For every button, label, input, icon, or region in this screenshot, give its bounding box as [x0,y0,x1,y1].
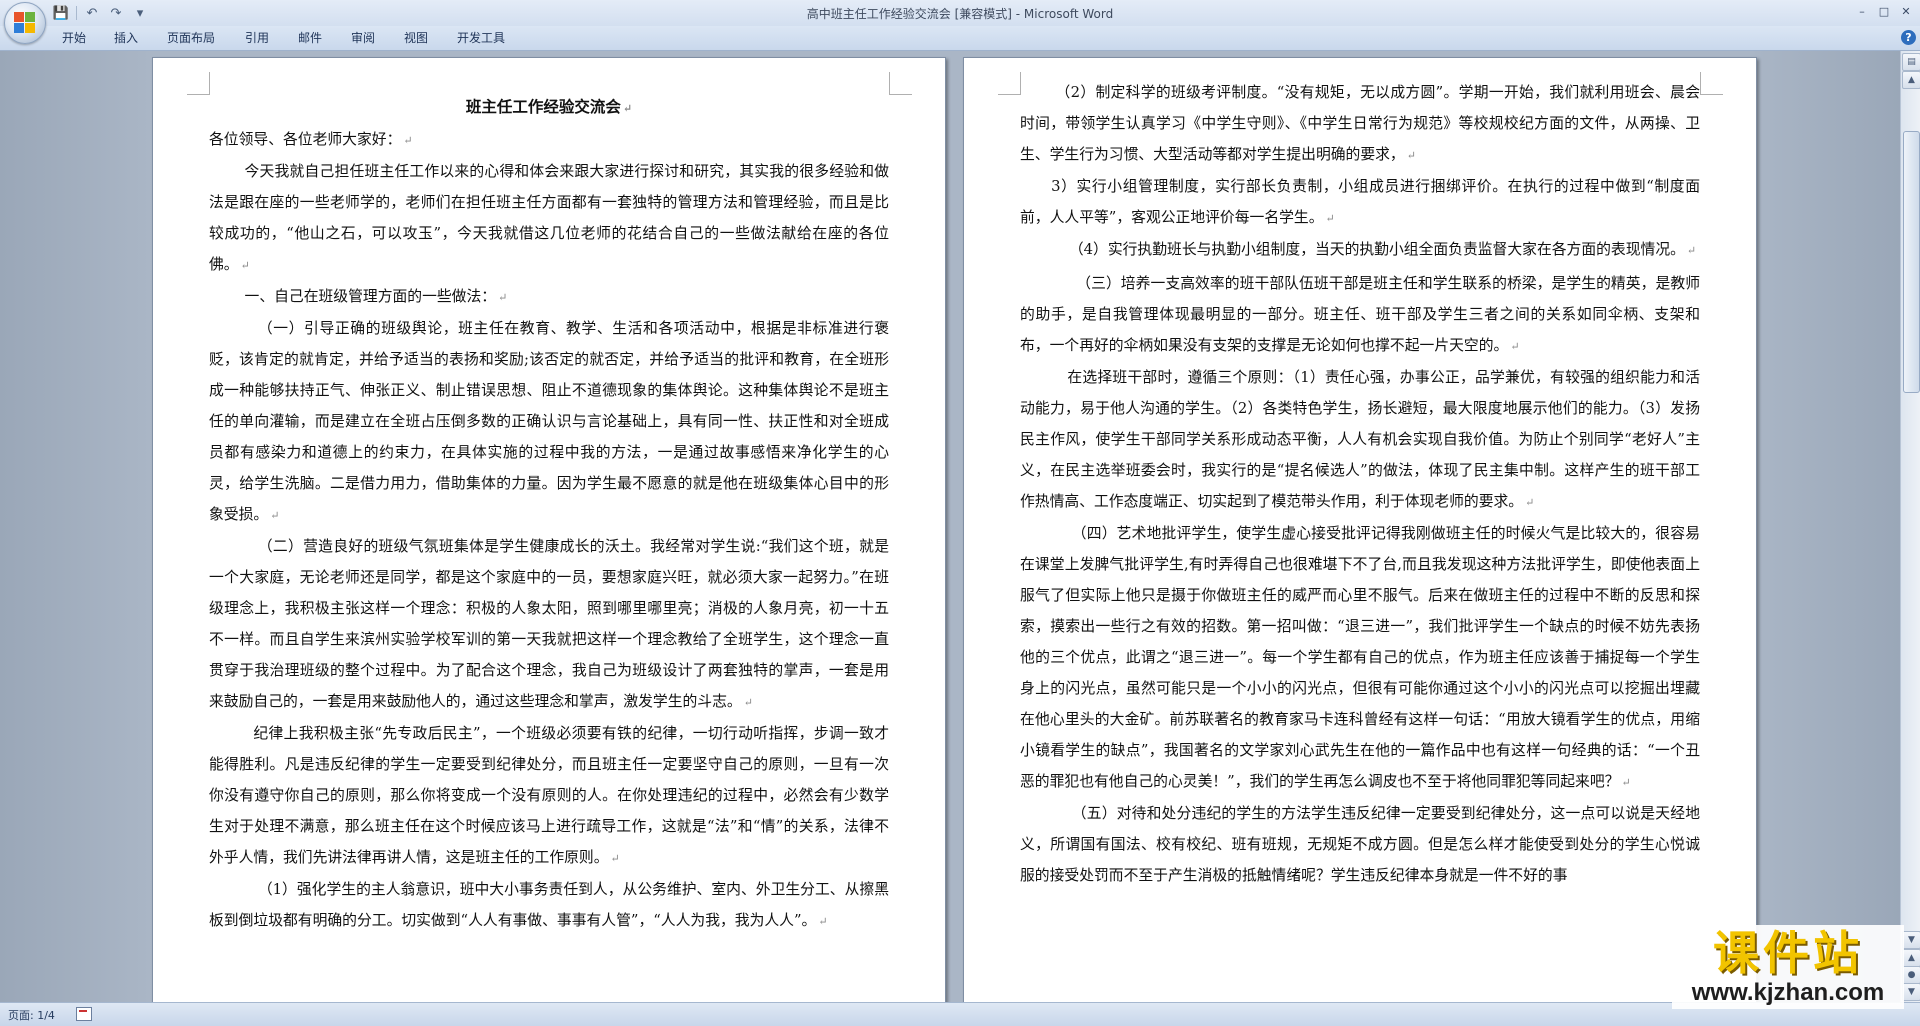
ruler-toggle-icon[interactable]: ▤ [1902,53,1920,71]
minimize-button[interactable]: – [1852,2,1872,20]
paragraph: 纪律上我积极主张“先专政后民主”，一个班级必须要有铁的纪律，一切行动听指挥，步调… [209,725,889,866]
document-workspace[interactable]: 班主任工作经验交流会 ↵ 各位领导、各位老师大家好： ↵ 今天我就自己担任班主任工作… [0,51,1900,1002]
next-page-icon[interactable]: ▼ [1902,983,1920,1001]
document-page-2[interactable]: （2）制定科学的班级考评制度。“没有规矩，无以成方圆”。学期一开始，我们就利用班… [963,57,1757,1002]
office-logo-icon [14,12,36,34]
paragraph: （4）实行执勤班长与执勤小组制度，当天的执勤小组全面负责监督大家在各方面的表现情… [1068,241,1697,258]
ribbon-tab-bar: 开始 插入 页面布局 引用 邮件 审阅 视图 开发工具 ? [0,26,1920,51]
paragraph: （2）制定科学的班级考评制度。“没有规矩，无以成方圆”。学期一开始，我们就利用班… [1020,84,1700,163]
site-watermark-logo: 课件站 www.kjzhan.com [1672,925,1904,1009]
margin-corner-mark [889,72,912,95]
paragraph: （三）培养一支高效率的班干部队伍班干部是班主任和学生联系的桥梁，是学生的精英，是… [1020,275,1700,354]
document-title: 班主任工作经验交流会 ↵ [465,97,633,116]
tab-review[interactable]: 审阅 [347,29,379,47]
margin-corner-mark [1700,72,1723,95]
paragraph: 3）实行小组管理制度，实行部长负责制，小组成员进行捆绑评价。在执行的过程中做到“… [1020,178,1700,226]
document-page-1[interactable]: 班主任工作经验交流会 ↵ 各位领导、各位老师大家好： ↵ 今天我就自己担任班主任工作… [152,57,946,1002]
paragraph: （五）对待和处分违纪的学生的方法学生违反纪律一定要受到纪律处分，这一点可以说是天… [1020,805,1700,884]
tab-developer[interactable]: 开发工具 [453,29,509,47]
tab-view[interactable]: 视图 [400,29,432,47]
close-button[interactable]: ✕ [1896,2,1916,20]
paragraph: 在选择班干部时，遵循三个原则：（1）责任心强，办事公正，品学兼优，有较强的组织能… [1020,369,1700,510]
restore-button[interactable]: □ [1874,2,1894,20]
paragraph: （1）强化学生的主人翁意识，班中大小事务责任到人，从公务维护、室内、外卫生分工、… [209,881,889,929]
paragraph: （一）引导正确的班级舆论，班主任在教育、教学、生活和各项活动中，根据是非标准进行… [209,320,889,523]
proofing-icon[interactable] [76,1007,92,1021]
window-controls: – □ ✕ [1852,2,1916,20]
vertical-scrollbar[interactable]: ▤ ▲ ▼ ▲ ● ▼ [1900,51,1920,1002]
margin-corner-mark [998,72,1021,95]
page-count-indicator[interactable]: 页面: 1/4 [8,1007,55,1023]
paragraph: 今天我就自己担任班主任工作以来的心得和体会来跟大家进行探讨和研究，其实我的很多经… [209,163,889,273]
office-button[interactable] [4,2,46,44]
page-2-body[interactable]: （2）制定科学的班级考评制度。“没有规矩，无以成方圆”。学期一开始，我们就利用班… [1020,77,1700,891]
paragraph: （二）营造良好的班级气氛班集体是学生健康成长的沃土。我经常对学生说:“我们这个班… [209,538,889,710]
tab-insert[interactable]: 插入 [110,29,142,47]
watermark-text: 课件站 [1713,926,1863,980]
tab-references[interactable]: 引用 [241,29,273,47]
status-bar: 页面: 1/4 [0,1002,1920,1026]
watermark-url: www.kjzhan.com [1691,979,1885,1006]
tab-home[interactable]: 开始 [58,29,90,47]
scrollbar-thumb[interactable] [1903,131,1920,393]
page-1-body[interactable]: 班主任工作经验交流会 ↵ 各位领导、各位老师大家好： ↵ 今天我就自己担任班主任工作… [209,91,889,937]
window-title: 高中班主任工作经验交流会 [兼容模式] - Microsoft Word [806,7,1114,21]
help-icon[interactable]: ? [1901,30,1916,45]
paragraph: 各位领导、各位老师大家好： ↵ [209,131,413,148]
browse-object-icon[interactable]: ● [1902,966,1920,984]
previous-page-icon[interactable]: ▲ [1902,949,1920,967]
tab-page-layout[interactable]: 页面布局 [163,29,219,47]
paragraph: （四）艺术地批评学生，使学生虚心接受批评记得我刚做班主任的时候火气是比较大的，很… [1020,525,1700,790]
tab-mailings[interactable]: 邮件 [294,29,326,47]
title-bar: 💾 ↶ ↷ ▾ 高中班主任工作经验交流会 [兼容模式] - Microsoft … [0,0,1920,44]
section-heading: 一、自己在班级管理方面的一些做法： ↵ [244,288,508,305]
scroll-down-icon[interactable]: ▼ [1902,931,1920,949]
scroll-up-icon[interactable]: ▲ [1902,71,1920,89]
margin-corner-mark [187,72,210,95]
